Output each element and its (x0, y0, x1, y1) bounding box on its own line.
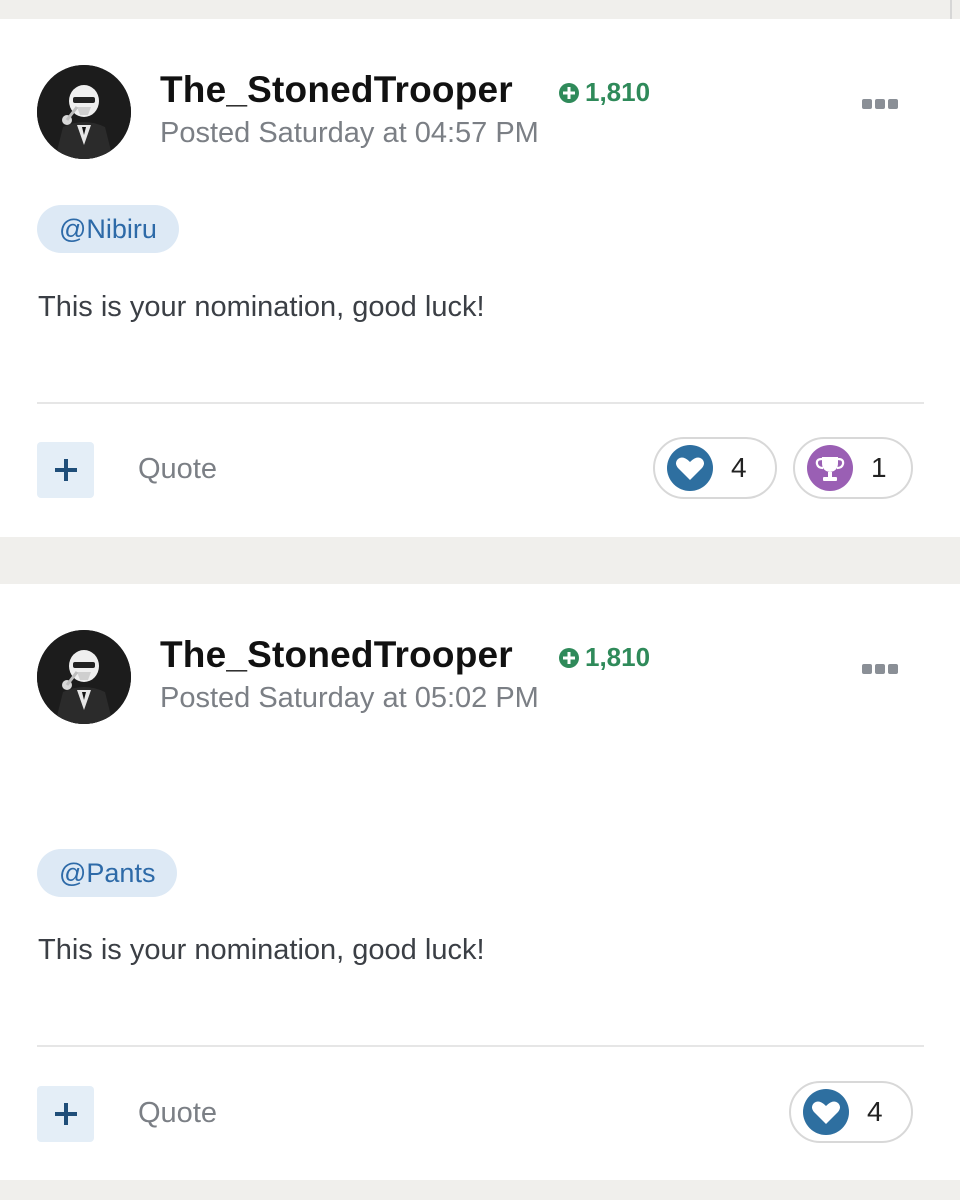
trophy-icon (807, 445, 853, 491)
post-timestamp[interactable]: Posted Saturday at 04:57 PM (160, 117, 539, 150)
reaction-heart[interactable]: 4 (789, 1081, 913, 1143)
mention-tag[interactable]: @Nibiru (37, 205, 179, 253)
reputation-badge[interactable]: 1,810 (558, 77, 650, 108)
reaction-count: 1 (871, 452, 887, 483)
reaction-trophy[interactable]: 1 (793, 437, 913, 499)
forum-post: The_StonedTrooper 1,810 Posted Saturday … (0, 19, 960, 537)
reaction-heart[interactable]: 4 (653, 437, 777, 499)
multiquote-button[interactable] (37, 1086, 94, 1142)
forum-post: The_StonedTrooper 1,810 Posted Saturday … (0, 584, 960, 1180)
heart-icon (667, 445, 713, 491)
mention-tag[interactable]: @Pants (37, 849, 178, 897)
reaction-count: 4 (731, 452, 747, 483)
more-options-icon[interactable] (862, 99, 898, 109)
multiquote-button[interactable] (37, 442, 94, 498)
reputation-badge[interactable]: 1,810 (558, 642, 650, 673)
divider (37, 1045, 924, 1047)
author-name[interactable]: The_StonedTrooper (160, 69, 513, 111)
reaction-count: 4 (867, 1096, 883, 1127)
post-content: This is your nomination, good luck! (38, 934, 485, 966)
reputation-count: 1,810 (585, 642, 651, 672)
divider (37, 402, 924, 404)
post-timestamp[interactable]: Posted Saturday at 05:02 PM (160, 682, 539, 715)
author-name[interactable]: The_StonedTrooper (160, 634, 513, 676)
avatar[interactable] (37, 65, 131, 159)
plus-circle-icon (559, 647, 579, 668)
plus-circle-icon (559, 82, 579, 103)
heart-icon (803, 1089, 849, 1135)
quote-button[interactable]: Quote (138, 453, 217, 486)
more-options-icon[interactable] (862, 664, 898, 674)
quote-button[interactable]: Quote (138, 1097, 217, 1130)
plus-icon (54, 459, 77, 481)
reputation-count: 1,810 (585, 77, 651, 107)
plus-icon (54, 1103, 77, 1125)
post-content: This is your nomination, good luck! (38, 291, 485, 323)
avatar[interactable] (37, 630, 131, 724)
